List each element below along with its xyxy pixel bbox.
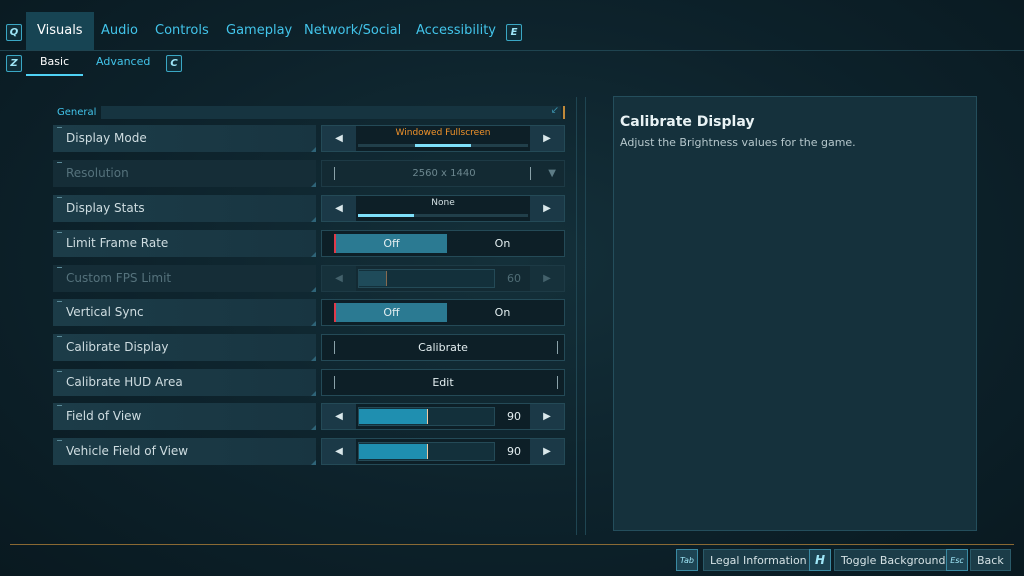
toggle-on-option[interactable]: On — [447, 300, 558, 325]
resolution-dropdown: 2560 x 1440 ▼ — [321, 160, 565, 187]
slider-fill — [359, 409, 428, 424]
info-panel: Calibrate Display Adjust the Brightness … — [613, 96, 977, 531]
setting-row-display-mode[interactable]: Display Mode ◀ Windowed Fullscreen ▶ — [53, 125, 565, 152]
subtab-basic[interactable]: Basic — [26, 52, 84, 76]
slider-track — [358, 269, 495, 288]
setting-label: Resolution — [66, 166, 129, 180]
setting-row-display-stats[interactable]: Display Stats ◀ None ▶ — [53, 195, 565, 222]
esc-key-icon: Esc — [946, 549, 968, 571]
slider-value: 90 — [507, 410, 521, 423]
setting-row-field-of-view[interactable]: Field of View ◀ 90 ▶ — [53, 403, 565, 430]
arrow-left-icon[interactable]: ◀ — [322, 404, 356, 429]
scrollbar-track[interactable] — [576, 97, 577, 535]
display-mode-value: Windowed Fullscreen — [395, 128, 491, 138]
setting-label: Vertical Sync — [66, 305, 144, 319]
toggle-off-option[interactable]: Off — [334, 234, 447, 253]
slider-fill — [359, 271, 387, 286]
setting-row-limit-frame-rate[interactable]: Limit Frame Rate Off On — [53, 230, 565, 257]
subtab-prev-key-hint: Z — [6, 55, 22, 72]
tab-controls[interactable]: Controls — [155, 12, 209, 50]
setting-label: Display Stats — [66, 201, 145, 215]
tab-accessibility[interactable]: Accessibility — [416, 12, 496, 50]
tab-next-key-hint: E — [506, 24, 522, 41]
calibrate-display-button-frame[interactable]: Calibrate — [321, 334, 565, 361]
arrow-left-icon[interactable]: ◀ — [322, 126, 356, 151]
slider-value: 60 — [507, 272, 521, 285]
info-description: Adjust the Brightness values for the gam… — [620, 136, 856, 149]
chevron-down-icon: ▼ — [548, 168, 556, 179]
calibrate-hud-button-frame[interactable]: Edit — [321, 369, 565, 396]
setting-row-resolution: Resolution 2560 x 1440 ▼ — [53, 160, 565, 187]
tab-visuals[interactable]: Visuals — [26, 12, 94, 50]
display-mode-selector[interactable]: ◀ Windowed Fullscreen ▶ — [321, 125, 565, 152]
panel-divider — [585, 97, 586, 535]
section-marker — [563, 106, 565, 119]
setting-row-custom-fps-limit: Custom FPS Limit ◀ 60 ▶ — [53, 265, 565, 292]
selector-center: Windowed Fullscreen — [358, 126, 528, 151]
arrow-right-icon[interactable]: ▶ — [530, 439, 564, 464]
subtab-next-key-hint: C — [166, 55, 182, 72]
setting-label: Display Mode — [66, 131, 147, 145]
sub-tab-bar: Z Basic Advanced C — [0, 52, 1024, 76]
custom-fps-slider: ◀ 60 ▶ — [321, 265, 565, 292]
edit-button[interactable]: Edit — [322, 370, 564, 395]
tab-audio[interactable]: Audio — [101, 12, 138, 50]
selector-center: None — [358, 196, 528, 221]
slider-fill — [359, 444, 428, 459]
toggle-on-option[interactable]: On — [447, 231, 558, 256]
arrow-left-icon: ◀ — [322, 266, 356, 291]
arrow-right-icon: ▶ — [530, 266, 564, 291]
setting-label: Custom FPS Limit — [66, 271, 172, 285]
tab-key-icon: Tab — [676, 549, 698, 571]
toggle-off-option[interactable]: Off — [334, 303, 447, 322]
setting-label: Calibrate HUD Area — [66, 375, 183, 389]
arrow-left-icon[interactable]: ◀ — [322, 439, 356, 464]
tab-network-social[interactable]: Network/Social — [304, 12, 401, 50]
arrow-right-icon[interactable]: ▶ — [530, 196, 564, 221]
setting-row-vehicle-fov[interactable]: Vehicle Field of View ◀ 90 ▶ — [53, 438, 565, 465]
limit-frame-rate-toggle[interactable]: Off On — [321, 230, 565, 257]
slider-track[interactable] — [358, 407, 495, 426]
back-button[interactable]: Back — [970, 549, 1011, 571]
slider-value: 90 — [507, 445, 521, 458]
arrow-right-icon[interactable]: ▶ — [530, 404, 564, 429]
vehicle-fov-slider[interactable]: ◀ 90 ▶ — [321, 438, 565, 465]
vertical-sync-toggle[interactable]: Off On — [321, 299, 565, 326]
info-title: Calibrate Display — [620, 114, 755, 130]
setting-label: Vehicle Field of View — [66, 444, 189, 458]
field-of-view-slider[interactable]: ◀ 90 ▶ — [321, 403, 565, 430]
h-key-icon: H — [809, 549, 831, 571]
footer-divider — [10, 544, 1014, 545]
section-header-general: General ↙ — [53, 105, 565, 119]
arrow-left-icon[interactable]: ◀ — [322, 196, 356, 221]
toggle-background-button[interactable]: Toggle Background — [834, 549, 953, 571]
tab-prev-key-hint: Q — [6, 24, 22, 41]
selector-position-indicator — [415, 144, 471, 147]
slider-track[interactable] — [358, 442, 495, 461]
section-divider — [101, 106, 561, 119]
collapse-arrow-icon[interactable]: ↙ — [551, 105, 559, 116]
calibrate-button[interactable]: Calibrate — [322, 335, 564, 360]
setting-label: Field of View — [66, 409, 142, 423]
setting-row-calibrate-display[interactable]: Calibrate Display Calibrate — [53, 334, 565, 361]
setting-row-vertical-sync[interactable]: Vertical Sync Off On — [53, 299, 565, 326]
arrow-right-icon[interactable]: ▶ — [530, 126, 564, 151]
top-tab-bar: Q Visuals Audio Controls Gameplay Networ… — [0, 12, 1024, 51]
setting-label: Limit Frame Rate — [66, 236, 169, 250]
selector-position-indicator — [358, 214, 414, 217]
setting-label: Calibrate Display — [66, 340, 169, 354]
setting-row-calibrate-hud[interactable]: Calibrate HUD Area Edit — [53, 369, 565, 396]
legal-information-button[interactable]: Legal Information — [703, 549, 814, 571]
display-stats-selector[interactable]: ◀ None ▶ — [321, 195, 565, 222]
subtab-advanced[interactable]: Advanced — [96, 52, 150, 74]
display-stats-value: None — [431, 198, 455, 208]
tab-gameplay[interactable]: Gameplay — [226, 12, 292, 50]
section-title: General — [57, 107, 97, 118]
